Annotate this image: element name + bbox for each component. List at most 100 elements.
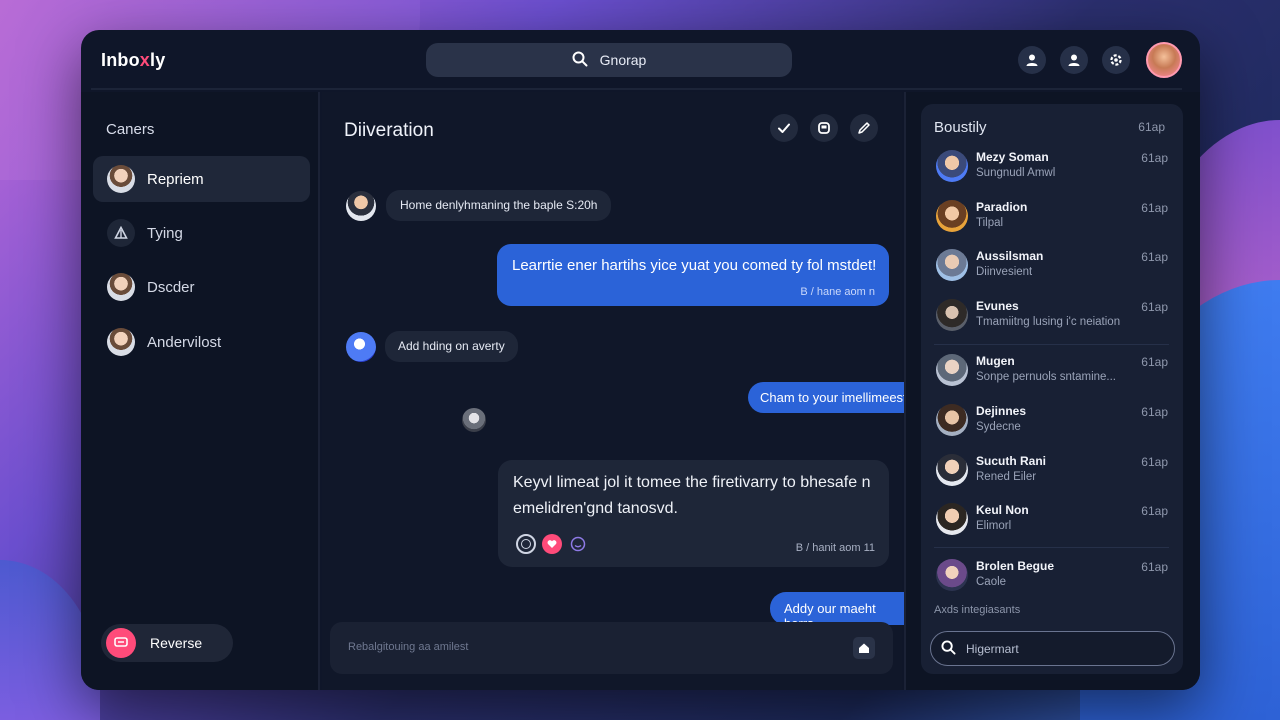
sidebar-item-label: Tying <box>147 224 183 242</box>
message-bubble: Cham to your imellimeest <box>748 382 922 413</box>
chat-bubble-icon <box>106 628 136 658</box>
sidebar-item-label: Dscder <box>147 278 195 296</box>
contact-name: Brolen Begue <box>976 559 1055 573</box>
edit-icon[interactable] <box>850 114 878 142</box>
contact-preview: Tilpal <box>976 217 1004 229</box>
app-window: Inboxly Gnorap Caners Repriem Tying Dscd… <box>81 30 1200 690</box>
contact-preview: Rened Eiler <box>976 471 1037 483</box>
profile-icon[interactable] <box>1060 46 1088 74</box>
message-composer[interactable]: Rebalgitouing aa amilest <box>330 622 893 674</box>
avatar <box>936 200 968 232</box>
sidebar-item-label: Andervilost <box>147 333 222 351</box>
contact-time: 61ap <box>1141 151 1168 165</box>
contacts-search-text: Higermart <box>966 641 1019 656</box>
contact-preview: Diinvesient <box>976 266 1033 278</box>
contact-name: Dejinnes <box>976 404 1027 418</box>
avatar <box>346 332 376 362</box>
contact-item[interactable]: Dejinnes Sydecne 61ap <box>934 400 1174 440</box>
send-icon[interactable] <box>853 637 875 659</box>
message-bubble: Add hding on averty <box>385 331 518 362</box>
check-icon[interactable] <box>770 114 798 142</box>
contact-name: Sucuth Rani <box>976 454 1047 468</box>
composer-placeholder: Rebalgitouing aa amilest <box>348 641 469 653</box>
contacts-search-input[interactable]: Higermart <box>930 631 1175 666</box>
message-bubble: Learrtie ener hartihs yice yuat you come… <box>497 244 889 306</box>
conversation-actions <box>770 114 878 142</box>
sidebar-item-andervilost[interactable]: Andervilost <box>93 319 310 365</box>
avatar <box>107 165 135 193</box>
contact-item[interactable]: Brolen Begue Caole 61ap <box>934 555 1174 595</box>
contact-preview: Caole <box>976 576 1007 588</box>
message-text: Cham to your imellimeest <box>760 390 907 405</box>
smile-reaction-icon[interactable] <box>568 534 588 554</box>
contact-time: 61ap <box>1141 201 1168 215</box>
typing-avatar <box>462 408 486 432</box>
contact-item[interactable]: Keul Non Elimorl 61ap <box>934 499 1174 539</box>
contact-preview: Sungnudl Amwl <box>976 167 1056 179</box>
user-avatar[interactable] <box>1146 42 1182 78</box>
circle-reaction-icon[interactable] <box>516 534 536 554</box>
contact-preview: Sonpe pernuols sntamine... <box>976 371 1117 383</box>
avatar <box>936 299 968 331</box>
contacts-heading-time: 61ap <box>1138 120 1165 134</box>
contact-name: Aussilsman <box>976 249 1044 263</box>
user-icon[interactable] <box>1018 46 1046 74</box>
archive-icon[interactable] <box>810 114 838 142</box>
reactions <box>516 534 588 554</box>
contact-time: 61ap <box>1141 455 1168 469</box>
logo-text-main: Inbo <box>101 50 140 70</box>
app-logo: Inboxly <box>101 50 165 71</box>
search-icon <box>572 51 588 70</box>
divider <box>934 344 1169 345</box>
contact-item[interactable]: Mugen Sonpe pernuols sntamine... 61ap <box>934 350 1174 390</box>
global-search[interactable]: Gnorap <box>426 43 792 77</box>
contact-name: Paradion <box>976 200 1028 214</box>
contact-time: 61ap <box>1141 355 1168 369</box>
avatar <box>936 454 968 486</box>
conversation-title: Diiveration <box>344 120 434 141</box>
avatar <box>346 191 376 221</box>
reverse-button[interactable]: Reverse <box>101 624 233 662</box>
contact-name: Evunes <box>976 299 1019 313</box>
logo-text-rest: ly <box>150 50 166 70</box>
contact-item[interactable]: Aussilsman Diinvesient 61ap <box>934 245 1174 285</box>
top-bar: Inboxly Gnorap <box>81 30 1200 92</box>
contact-preview: Elimorl <box>976 520 1012 532</box>
avatar <box>107 328 135 356</box>
message-text: Home denlyhmaning the baple S:20h <box>400 198 598 212</box>
avatar <box>936 503 968 535</box>
contact-item[interactable]: Paradion Tilpal 61ap <box>934 196 1174 236</box>
sidebar-item-repriem[interactable]: Repriem <box>93 156 310 202</box>
contact-time: 61ap <box>1141 504 1168 518</box>
settings-gear-icon[interactable] <box>1102 46 1130 74</box>
sidebar-item-dscder[interactable]: Dscder <box>93 264 310 310</box>
avatar <box>936 354 968 386</box>
sidebar-item-tying[interactable]: Tying <box>93 210 310 256</box>
contacts-heading: Boustily <box>934 119 987 136</box>
avatar <box>936 249 968 281</box>
message-bubble: Keyvl limeat jol it tomee the firetivarr… <box>498 460 889 567</box>
avatar <box>936 150 968 182</box>
message-bubble: Home denlyhmaning the baple S:20h <box>386 190 612 221</box>
contact-time: 61ap <box>1141 300 1168 314</box>
sidebar-heading: Caners <box>106 121 155 138</box>
logo-text-accent: x <box>139 50 151 70</box>
message-meta: B / hanit aom 11 <box>795 542 875 554</box>
avatar <box>936 559 968 591</box>
contact-name: Keul Non <box>976 503 1029 517</box>
message-text: Keyvl limeat jol it tomee the firetivarr… <box>513 474 871 517</box>
contact-time: 61ap <box>1141 560 1168 574</box>
contact-item[interactable]: Sucuth Rani Rened Eiler 61ap <box>934 450 1174 490</box>
contact-name: Mezy Soman <box>976 150 1049 164</box>
sidebar-item-label: Repriem <box>147 170 204 188</box>
search-icon <box>941 639 956 658</box>
contact-item[interactable]: Evunes Tmamiitng lusing i'c neiation 61a… <box>934 295 1174 335</box>
left-sidebar: Caners Repriem Tying Dscder Andervilost … <box>81 92 320 690</box>
message-text: Add hding on averty <box>398 339 505 353</box>
message-bubble: Addy our maeht berrs <box>770 592 922 631</box>
contact-time: 61ap <box>1141 250 1168 264</box>
heart-reaction-icon[interactable] <box>542 534 562 554</box>
contact-name: Mugen <box>976 354 1015 368</box>
contact-item[interactable]: Mezy Soman Sungnudl Amwl 61ap <box>934 146 1174 186</box>
avatar <box>936 404 968 436</box>
